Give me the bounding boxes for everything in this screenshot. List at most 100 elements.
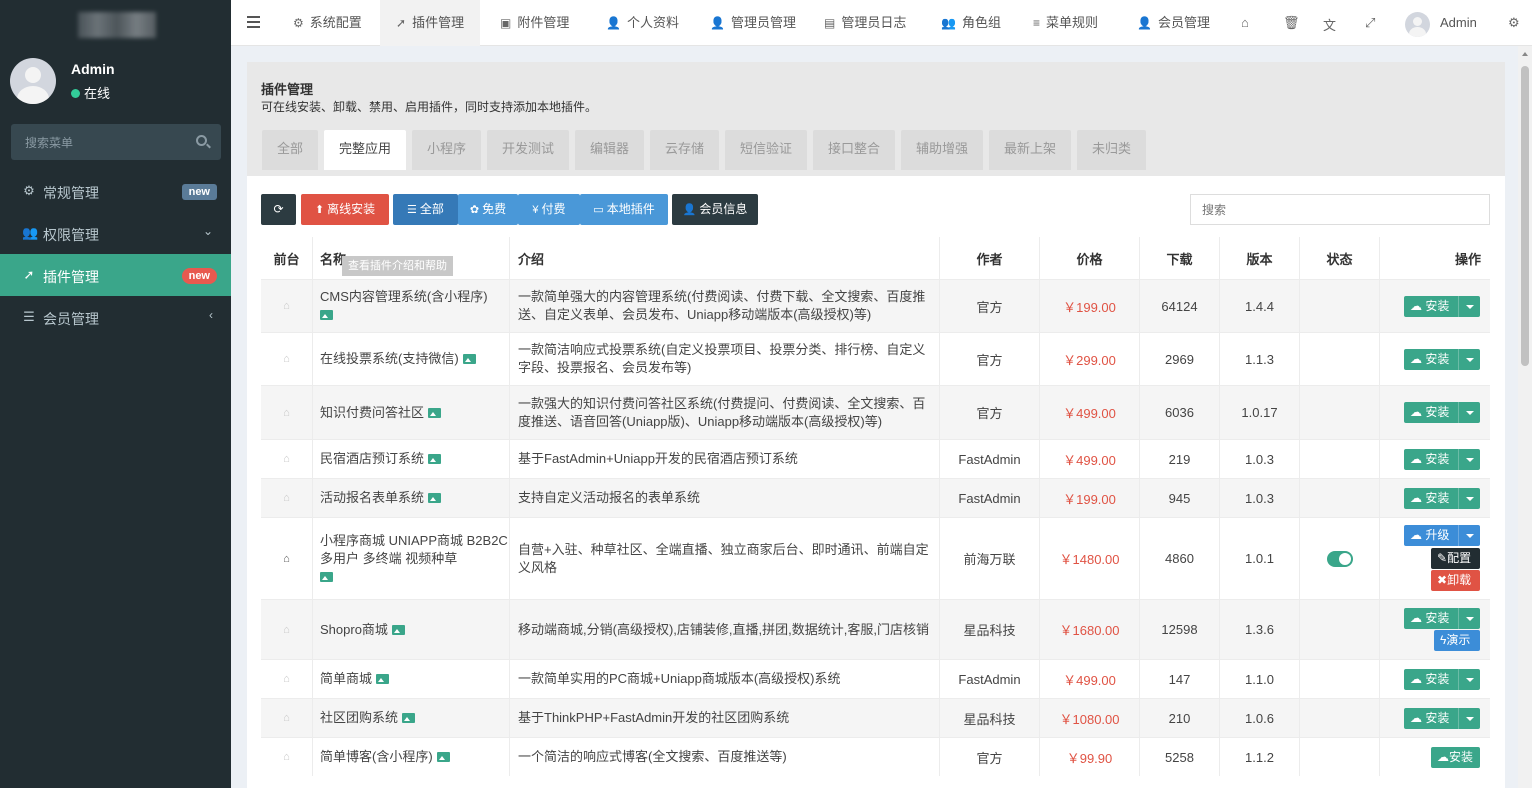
plugin-price: ￥1080.00 xyxy=(1040,699,1140,737)
sidebar-item-general[interactable]: ⚙ 常规管理 new xyxy=(0,170,231,212)
tab-members[interactable]: 👤 会员管理 xyxy=(1125,0,1222,46)
settings-icon[interactable]: ⚙ xyxy=(1508,15,1520,31)
home-icon[interactable]: ⌂ xyxy=(283,300,290,312)
plugin-intro: 一款简洁响应式投票系统(自定义投票项目、投票分类、排行榜、自定义字段、投票报名、… xyxy=(518,342,926,375)
install-button[interactable]: ☁安装 xyxy=(1431,747,1480,768)
filter-local-button[interactable]: ▭ 本地插件 xyxy=(580,194,668,225)
tab-admin-manage[interactable]: 👤 管理员管理 xyxy=(698,0,808,46)
fullscreen-icon[interactable]: ⤢ xyxy=(1365,15,1375,31)
install-button[interactable]: ☁ 安装 xyxy=(1404,669,1480,690)
avatar[interactable] xyxy=(1405,12,1430,37)
home-icon[interactable]: ⌂ xyxy=(283,492,290,504)
plugin-name[interactable]: 知识付费问答社区 xyxy=(320,404,442,422)
install-button[interactable]: ☁ 安装 xyxy=(1404,488,1480,509)
scrollbar[interactable] xyxy=(1518,46,1532,788)
header-status: 状态 xyxy=(1300,237,1380,279)
install-button[interactable]: ☁ 安装 xyxy=(1404,296,1480,317)
filter-all-button[interactable]: ☰ 全部 xyxy=(393,194,458,225)
tab-plugin-manage[interactable]: ➚ 插件管理 xyxy=(380,0,481,46)
status-toggle[interactable] xyxy=(1326,550,1353,567)
home-icon[interactable]: ⌂ xyxy=(283,673,290,685)
offline-install-button[interactable]: ⬆ 离线安装 xyxy=(301,194,389,225)
refresh-button[interactable]: ⟳ xyxy=(261,194,296,225)
filter-paid-button[interactable]: ¥ 付费 xyxy=(518,194,580,225)
sidebar: Admin 在线 搜索菜单 ⚙ 常规管理 new 👥 权限管理 ⌄ ➚ 插件管理… xyxy=(0,0,231,788)
plugin-intro: 移动端商城,分销(高级授权),店铺装修,直播,拼团,数据统计,客服,门店核销 xyxy=(518,621,929,637)
tab-category-enhance[interactable]: 辅助增强 xyxy=(901,130,983,170)
plugin-name[interactable]: 小程序商城 UNIAPP商城 B2B2C多用户 多终端 视频种草 xyxy=(320,532,509,586)
demo-button[interactable]: ϟ演示 xyxy=(1434,630,1480,651)
tab-category-latest[interactable]: 最新上架 xyxy=(989,130,1071,170)
install-button[interactable]: ☁ 安装 xyxy=(1404,449,1480,470)
tab-category-full-app[interactable]: 完整应用 xyxy=(324,130,406,170)
plugin-version: 1.1.2 xyxy=(1220,738,1300,776)
plugin-author: 官方 xyxy=(940,333,1040,385)
install-button[interactable]: ☁ 安装 xyxy=(1404,708,1480,729)
plugin-name[interactable]: 社区团购系统 xyxy=(320,709,416,727)
plugin-name[interactable]: 民宿酒店预订系统 xyxy=(320,450,442,468)
plugin-status xyxy=(1300,738,1380,776)
member-info-button[interactable]: 👤 会员信息 xyxy=(672,194,758,225)
file-image-icon: ▣ xyxy=(500,16,512,30)
plugin-name[interactable]: 简单博客(含小程序) xyxy=(320,748,450,766)
cloud-download-icon: ☁ xyxy=(1410,352,1422,366)
menu-search-input[interactable]: 搜索菜单 xyxy=(11,124,221,160)
trash-icon[interactable]: 🗑 xyxy=(1283,15,1300,31)
home-icon[interactable]: ⌂ xyxy=(283,712,290,724)
sidebar-toggle-icon[interactable] xyxy=(247,16,260,28)
filter-free-button[interactable]: ✿ 免费 xyxy=(458,194,518,225)
home-icon[interactable]: ⌂ xyxy=(283,453,290,465)
home-icon[interactable]: ⌂ xyxy=(283,353,290,365)
plugin-name[interactable]: 简单商城 xyxy=(320,670,390,688)
plugin-name[interactable]: Shopro商城 xyxy=(320,621,405,639)
upgrade-button[interactable]: ☁ 升级 xyxy=(1404,525,1480,546)
home-icon[interactable]: ⌂ xyxy=(1241,15,1249,30)
plugin-version: 1.3.6 xyxy=(1220,600,1300,659)
list-alt-icon: ▤ xyxy=(824,16,836,30)
plugin-search-input[interactable] xyxy=(1190,194,1490,225)
plugin-name[interactable]: 活动报名表单系统 xyxy=(320,489,442,507)
tab-admin-log[interactable]: ▤ 管理员日志 xyxy=(812,0,918,46)
table-row: ⌂ CMS内容管理系统(含小程序) 一款简单强大的内容管理系统(付费阅读、付费下… xyxy=(261,279,1490,332)
plugin-status xyxy=(1300,600,1380,659)
header-actions: 操作 xyxy=(1454,251,1481,267)
tab-role-group[interactable]: 👥 角色组 xyxy=(929,0,1013,46)
home-icon[interactable]: ⌂ xyxy=(283,624,290,636)
tab-attachments[interactable]: ▣ 附件管理 xyxy=(488,0,581,46)
sidebar-item-members[interactable]: ☰ 会员管理 ‹ xyxy=(0,296,231,338)
user-menu[interactable]: Admin xyxy=(1440,15,1477,30)
uninstall-button[interactable]: ✖卸载 xyxy=(1431,570,1480,591)
plugin-name[interactable]: CMS内容管理系统(含小程序) xyxy=(320,288,488,324)
sidebar-item-permission[interactable]: 👥 权限管理 ⌄ xyxy=(0,212,231,254)
tab-category-editor[interactable]: 编辑器 xyxy=(575,130,644,170)
tab-system-config[interactable]: ⚙ 系统配置 xyxy=(281,0,374,46)
gift-icon: ✿ xyxy=(469,204,480,216)
cloud-download-icon: ☁ xyxy=(1410,299,1422,313)
install-button[interactable]: ☁ 安装 xyxy=(1404,349,1480,370)
tab-category-miniprogram[interactable]: 小程序 xyxy=(412,130,481,170)
home-icon[interactable]: ⌂ xyxy=(283,553,290,565)
logo[interactable] xyxy=(78,12,156,38)
tab-menu-rules[interactable]: ≡ 菜单规则 xyxy=(1021,0,1110,46)
tab-category-uncategorized[interactable]: 未归类 xyxy=(1077,130,1146,170)
config-button[interactable]: ✎配置 xyxy=(1431,548,1480,569)
gear-icon: ⚙ xyxy=(293,16,304,30)
tab-category-storage[interactable]: 云存储 xyxy=(650,130,719,170)
plugin-author: FastAdmin xyxy=(940,479,1040,517)
tab-category-dev-test[interactable]: 开发测试 xyxy=(487,130,569,170)
avatar xyxy=(10,58,56,104)
language-icon[interactable]: 文 xyxy=(1323,15,1336,34)
tab-category-all[interactable]: 全部 xyxy=(262,130,318,170)
sidebar-item-plugins[interactable]: ➚ 插件管理 new xyxy=(0,254,231,296)
home-icon[interactable]: ⌂ xyxy=(283,407,290,419)
plugin-name[interactable]: 在线投票系统(支持微信) xyxy=(320,350,476,368)
install-button[interactable]: ☁ 安装 xyxy=(1404,402,1480,423)
tab-category-api[interactable]: 接口整合 xyxy=(813,130,895,170)
search-icon[interactable] xyxy=(196,135,207,146)
install-button[interactable]: ☁ 安装 xyxy=(1404,608,1480,629)
rocket-icon: ➚ xyxy=(23,267,35,282)
plugin-intro: 支持自定义活动报名的表单系统 xyxy=(518,490,701,505)
tab-profile[interactable]: 👤 个人资料 xyxy=(594,0,691,46)
home-icon[interactable]: ⌂ xyxy=(283,751,290,763)
tab-category-sms[interactable]: 短信验证 xyxy=(725,130,807,170)
